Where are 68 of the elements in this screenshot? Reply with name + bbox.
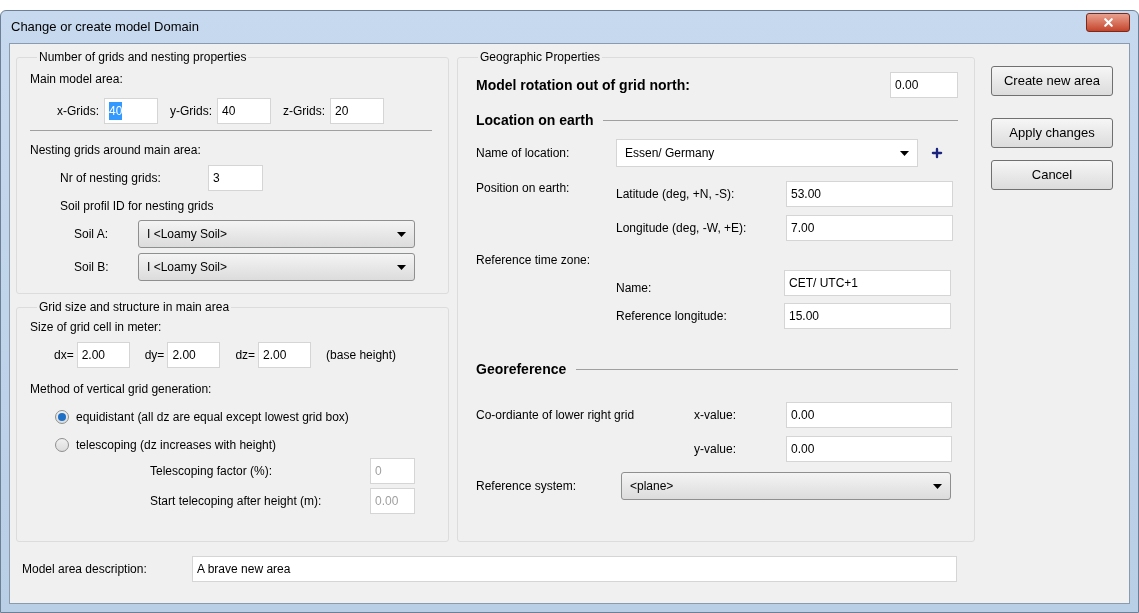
text-field[interactable]: 0.00 bbox=[786, 402, 952, 428]
window-title: Change or create model Domain bbox=[11, 18, 199, 37]
caret-icon bbox=[900, 150, 909, 156]
text-field[interactable]: CET/ UTC+1 bbox=[784, 270, 951, 296]
field-label: Name of location: bbox=[476, 145, 571, 162]
text-field[interactable]: 2.00 bbox=[258, 342, 312, 368]
dropdown[interactable]: I <Loamy Soil> bbox=[138, 220, 415, 248]
text-field[interactable]: 2.00 bbox=[167, 342, 221, 368]
field-label: dy= bbox=[144, 347, 165, 364]
field-label: Reference longitude: bbox=[616, 308, 728, 325]
text-field[interactable]: 53.00 bbox=[786, 181, 953, 207]
field-label: Soil B: bbox=[74, 259, 110, 276]
caret-icon bbox=[397, 264, 406, 270]
text-field[interactable]: 15.00 bbox=[784, 303, 951, 329]
field-label: x-Grids: bbox=[57, 103, 99, 120]
field-label: Model area description: bbox=[22, 561, 148, 578]
field-label: (base height) bbox=[326, 347, 397, 364]
text-field[interactable]: 2.00 bbox=[76, 342, 130, 368]
field-label: Position on earth: bbox=[476, 180, 571, 197]
field-label: Co-ordiante of lower right grid bbox=[476, 407, 636, 424]
field-label: Start telecoping after height (m): bbox=[150, 493, 323, 510]
dropdown[interactable]: <plane> bbox=[621, 472, 951, 500]
text-field[interactable]: 40 bbox=[217, 98, 271, 124]
field-label: Main model area: bbox=[30, 71, 124, 88]
field-label: Reference time zone: bbox=[476, 252, 592, 269]
field-label: Reference system: bbox=[476, 478, 578, 495]
field-label: Telescoping factor (%): bbox=[150, 463, 274, 480]
section-heading: Location on earth bbox=[476, 111, 594, 130]
text-field[interactable]: 7.00 bbox=[786, 215, 953, 241]
dialog-button[interactable]: Cancel bbox=[991, 160, 1113, 190]
field-label: dx= bbox=[54, 347, 74, 364]
field-label: Latitude (deg, +N, -S): bbox=[616, 186, 736, 203]
text-field[interactable]: 20 bbox=[330, 98, 384, 124]
section-heading: Georeference bbox=[476, 360, 567, 379]
radio-button[interactable] bbox=[55, 410, 69, 424]
text-field[interactable]: 0.00 bbox=[890, 72, 958, 98]
text-field[interactable]: 3 bbox=[208, 165, 263, 191]
field-label: Soil A: bbox=[74, 226, 110, 243]
group-title: Number of grids and nesting properties bbox=[38, 49, 248, 66]
dropdown[interactable]: Essen/ Germany bbox=[616, 139, 918, 167]
field-label: y-Grids: bbox=[170, 103, 212, 120]
field-label: Nr of nesting grids: bbox=[60, 170, 162, 187]
close-button[interactable] bbox=[1086, 12, 1130, 32]
text-field[interactable]: 0.00 bbox=[786, 436, 952, 462]
add-icon[interactable] bbox=[930, 146, 944, 160]
field-label: dz= bbox=[235, 347, 256, 364]
field-label: Soil profil ID for nesting grids bbox=[59, 198, 215, 215]
field-label: Name: bbox=[616, 280, 653, 297]
caret-icon bbox=[397, 231, 406, 237]
field-label: Nesting grids around main area: bbox=[30, 142, 202, 159]
radio-button[interactable] bbox=[55, 438, 69, 452]
dropdown[interactable]: I <Loamy Soil> bbox=[138, 253, 415, 281]
group-title: Grid size and structure in main area bbox=[38, 299, 231, 316]
dialog-button[interactable]: Create new area bbox=[991, 66, 1113, 96]
dialog-button[interactable]: Apply changes bbox=[991, 118, 1113, 148]
field-label: Longitude (deg, -W, +E): bbox=[616, 220, 748, 237]
field-label: equidistant (all dz are equal except lowest grid box) bbox=[76, 409, 349, 426]
field-label: z-Grids: bbox=[283, 103, 325, 120]
field-label: telescoping (dz increases with height) bbox=[76, 437, 277, 454]
field-label: y-value: bbox=[694, 441, 738, 458]
close-icon bbox=[1101, 15, 1115, 29]
text-field[interactable]: A brave new area bbox=[192, 556, 957, 582]
field-label: Model rotation out of grid north: bbox=[476, 75, 690, 95]
group-title: Geographic Properties bbox=[479, 49, 602, 66]
caret-icon bbox=[933, 483, 942, 489]
field-label: Size of grid cell in meter: bbox=[30, 319, 163, 336]
field-label: x-value: bbox=[694, 407, 738, 424]
field-label: Method of vertical grid generation: bbox=[30, 381, 213, 398]
